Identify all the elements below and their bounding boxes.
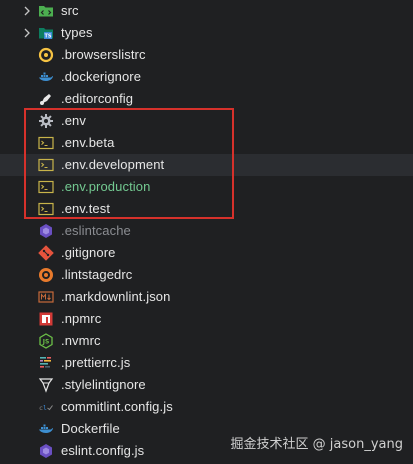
tree-item-label: .eslintcache <box>61 223 131 238</box>
folder-ts-icon: TS <box>38 25 54 41</box>
tree-item-npmrc[interactable]: .npmrc <box>0 308 413 330</box>
tree-item-label: .gitignore <box>61 245 116 260</box>
lintstaged-icon <box>38 267 54 283</box>
tree-item-label: src <box>61 3 79 18</box>
eslint-icon <box>38 443 54 459</box>
tree-item-label: .prettierrc.js <box>61 355 131 370</box>
editorconfig-icon <box>38 91 54 107</box>
tree-item-label: .env.production <box>61 179 151 194</box>
svg-text:l: l <box>43 404 47 412</box>
tree-item-label: types <box>61 25 93 40</box>
tree-item-nvmrc[interactable]: JS .nvmrc <box>0 330 413 352</box>
tree-item-eslintcache[interactable]: .eslintcache <box>0 220 413 242</box>
tree-item-stylelintignore[interactable]: .stylelintignore <box>0 374 413 396</box>
tree-item-label: .env <box>61 113 86 128</box>
tree-item-prettierrc[interactable]: .prettierrc.js <box>0 352 413 374</box>
tree-item-lintstagedrc[interactable]: .lintstagedrc <box>0 264 413 286</box>
docker-icon <box>38 69 54 85</box>
npm-icon <box>38 311 54 327</box>
tree-item-label: eslint.config.js <box>61 443 145 458</box>
docker-icon <box>38 421 54 437</box>
tree-item-src[interactable]: src <box>0 0 413 22</box>
prettier-icon <box>38 355 54 371</box>
tree-item-browserslistrc[interactable]: .browserslistrc <box>0 44 413 66</box>
tree-item-editorconfig[interactable]: .editorconfig <box>0 88 413 110</box>
tree-item-env-beta[interactable]: .env.beta <box>0 132 413 154</box>
watermark: 掘金技术社区 @ jason_yang <box>230 437 403 452</box>
terminal-file-icon <box>38 179 54 195</box>
folder-src-icon <box>38 3 54 19</box>
tree-item-types[interactable]: TS types <box>0 22 413 44</box>
tree-item-label: .dockerignore <box>61 69 142 84</box>
eslint-icon <box>38 223 54 239</box>
tree-item-label: .lintstagedrc <box>61 267 133 282</box>
tree-item-env-test[interactable]: .env.test <box>0 198 413 220</box>
nodejs-icon: JS <box>38 333 54 349</box>
markdownlint-icon <box>38 289 54 305</box>
tree-item-gitignore[interactable]: .gitignore <box>0 242 413 264</box>
tree-item-label: .env.development <box>61 157 165 172</box>
tree-item-env-production[interactable]: .env.production <box>0 176 413 198</box>
gear-icon <box>38 113 54 129</box>
terminal-file-icon <box>38 135 54 151</box>
commitlint-icon: c l <box>38 399 54 415</box>
tree-item-label: .npmrc <box>61 311 102 326</box>
tree-item-label: .markdownlint.json <box>61 289 171 304</box>
chevron-right-icon[interactable] <box>20 22 34 44</box>
tree-item-label: .editorconfig <box>61 91 134 106</box>
svg-text:JS: JS <box>42 339 50 346</box>
file-explorer: src TS types .browserslistrc .dockerigno… <box>0 0 413 464</box>
svg-text:TS: TS <box>44 34 51 40</box>
chevron-right-icon[interactable] <box>20 0 34 22</box>
git-icon <box>38 245 54 261</box>
tree-item-dockerignore[interactable]: .dockerignore <box>0 66 413 88</box>
tree-item-label: Dockerfile <box>61 421 120 436</box>
stylelint-icon <box>38 377 54 393</box>
tree-item-label: commitlint.config.js <box>61 399 173 414</box>
tree-item-label: .nvmrc <box>61 333 101 348</box>
tree-item-label: .browserslistrc <box>61 47 146 62</box>
tree-item-label: .env.beta <box>61 135 115 150</box>
tree-item-env[interactable]: .env <box>0 110 413 132</box>
tree-item-env-development[interactable]: .env.development <box>0 154 413 176</box>
browserslist-icon <box>38 47 54 63</box>
tree-item-markdownlint[interactable]: .markdownlint.json <box>0 286 413 308</box>
tree-item-commitlint[interactable]: c l commitlint.config.js <box>0 396 413 418</box>
terminal-file-icon <box>38 201 54 217</box>
tree-item-label: .stylelintignore <box>61 377 146 392</box>
terminal-file-icon <box>38 157 54 173</box>
tree-item-label: .env.test <box>61 201 111 216</box>
